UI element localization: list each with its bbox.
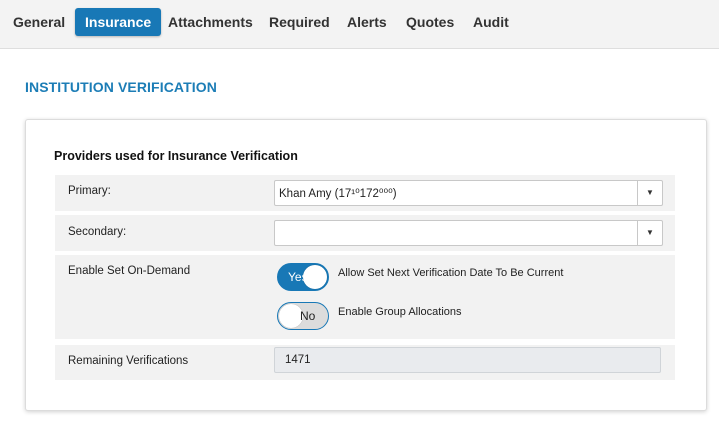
tab-bar: General Insurance Attachments Required A… — [0, 0, 719, 49]
tab-quotes[interactable]: Quotes — [396, 8, 464, 36]
chevron-down-icon[interactable]: ▼ — [637, 221, 662, 245]
toggle-no-label: No — [300, 309, 316, 323]
primary-row: Primary: Khan Amy (17¹⁰172⁰⁰⁰) ▼ — [55, 175, 675, 211]
primary-select[interactable]: Khan Amy (17¹⁰172⁰⁰⁰) ▼ — [274, 180, 663, 206]
section-title: INSTITUTION VERIFICATION — [25, 79, 217, 95]
remaining-field: 1471 — [274, 347, 661, 373]
toggle-knob — [303, 265, 327, 289]
primary-select-value: Khan Amy (17¹⁰172⁰⁰⁰) — [279, 188, 397, 200]
group-allocations-toggle[interactable]: No — [277, 302, 329, 330]
on-demand-row: Enable Set On-Demand Yes Allow Set Next … — [55, 255, 675, 339]
remaining-label: Remaining Verifications — [68, 355, 189, 367]
on-demand-label: Enable Set On-Demand — [68, 265, 191, 277]
allow-set-next-toggle[interactable]: Yes — [277, 263, 329, 291]
tab-insurance[interactable]: Insurance — [75, 8, 162, 36]
tab-audit[interactable]: Audit — [463, 8, 519, 36]
secondary-select[interactable]: ▼ — [274, 220, 663, 246]
primary-label: Primary: — [68, 185, 111, 197]
remaining-row: Remaining Verifications 1471 — [55, 345, 675, 380]
chevron-down-icon[interactable]: ▼ — [637, 181, 662, 205]
remaining-value: 1471 — [285, 354, 311, 366]
card-title: Providers used for Insurance Verificatio… — [54, 149, 298, 163]
secondary-row: Secondary: ▼ — [55, 215, 675, 251]
tab-general[interactable]: General — [3, 8, 75, 36]
tab-attachments[interactable]: Attachments — [158, 8, 263, 36]
tab-required[interactable]: Required — [259, 8, 340, 36]
verification-card: Providers used for Insurance Verificatio… — [25, 119, 707, 411]
secondary-label: Secondary: — [68, 226, 127, 238]
allow-set-next-text: Allow Set Next Verification Date To Be C… — [338, 267, 564, 279]
group-allocations-text: Enable Group Allocations — [338, 306, 462, 318]
tab-alerts[interactable]: Alerts — [337, 8, 397, 36]
